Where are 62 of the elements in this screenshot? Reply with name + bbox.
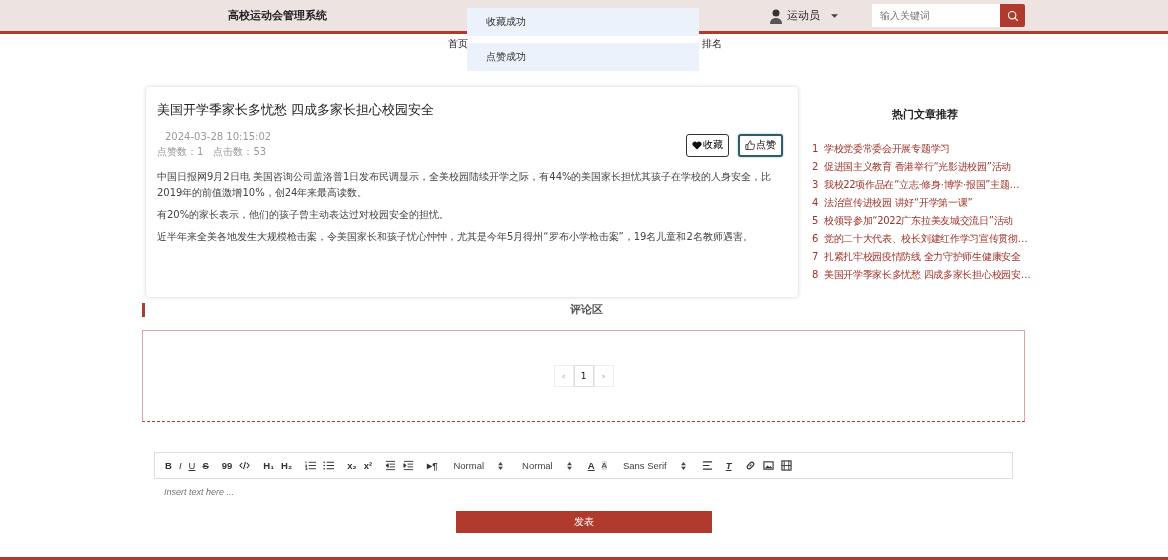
image-icon[interactable] [762, 460, 774, 471]
align-left-icon[interactable] [701, 460, 713, 471]
hot-article-link[interactable]: 2 促进国主义教育 香港举行“光影进校园”活动 [812, 158, 1038, 176]
favorite-button[interactable]: 收藏 [686, 133, 729, 157]
article-paragraph: 有20%的家长表示，他们的孩子曾主动表达过对校园安全的担忧。 [157, 208, 451, 222]
hot-article-link[interactable]: 1 学校党委常委会开展专题学习 [812, 140, 1038, 158]
publish-date: 2024-03-28 10:15:02 [164, 131, 272, 142]
thumbs-up-icon [745, 140, 755, 150]
toast-message: 点赞成功 [467, 43, 699, 71]
film-icon[interactable] [780, 460, 792, 471]
heart-icon [692, 140, 702, 150]
submit-button[interactable]: 发表 [456, 511, 712, 533]
format-dropdown[interactable]: Sans Serif [622, 460, 686, 471]
avatar-icon [768, 7, 784, 24]
hot-article-link[interactable]: 4 法治宣传进校园 讲好“开学第一课” [812, 194, 1038, 212]
text-color-button[interactable]: A [587, 460, 595, 471]
page-button[interactable]: 1 [573, 365, 594, 387]
link-icon[interactable] [744, 460, 756, 471]
script-button[interactable]: x² [363, 460, 373, 471]
user-menu[interactable]: 运动员 [768, 7, 838, 24]
ordered-list-icon[interactable] [305, 460, 317, 471]
indent-icon[interactable] [403, 460, 415, 471]
script-button[interactable]: x₂ [347, 460, 357, 471]
search-icon [1006, 9, 1019, 22]
heading-button[interactable]: H₁ [263, 460, 275, 471]
nav-link[interactable]: 首页 [448, 37, 468, 51]
bullet-list-icon[interactable] [323, 460, 335, 471]
search-button[interactable] [1000, 4, 1025, 27]
hot-article-link[interactable]: 6 党的二十大代表、校长刘建红作学习宣传贯彻… [812, 230, 1038, 248]
italic-button[interactable]: I [178, 460, 182, 471]
blockquote-button[interactable]: 99 [221, 460, 233, 471]
site-title: 高校运动会管理系统 [228, 8, 327, 23]
hot-article-link[interactable]: 5 校领导参加“2022广东拉美友城交流日”活动 [812, 212, 1038, 230]
article-paragraph: 中国日报网9月2日电 美国咨询公司盖洛普1日发布民调显示，全美校园陆续开学之际，有44%的美国家长担忧其孩子在学校的人身安全，比2019年的前值激增10%，创24年来最高读数。 [157, 170, 773, 200]
underline-button[interactable]: U [188, 460, 196, 471]
outdent-icon[interactable] [385, 460, 397, 471]
article-paragraph: 近半年来全美各地发生大规模枪击案，令美国家长和孩子忧心忡忡，尤其是今年5月得州“罗布小学枪击案”，19名儿童和2名教师遇害。 [157, 230, 754, 244]
background-color-button[interactable]: A [601, 461, 607, 470]
text-direction-button[interactable]: ▸¶ [427, 460, 438, 471]
article-title: 美国开学季家长多忧愁 四成多家长担心校园安全 [157, 101, 436, 119]
hot-articles-title: 热门文章推荐 [891, 107, 959, 122]
bold-button[interactable]: B [165, 460, 172, 471]
comment-section-title: 评论区 [142, 303, 1028, 317]
dropdown-arrows-icon [680, 461, 686, 470]
format-dropdown[interactable]: Normal [453, 460, 504, 471]
toast-message: 收藏成功 [467, 8, 699, 36]
hot-article-link[interactable]: 7 扎紧扎牢校园疫情防线 全力守护师生健康安全 [812, 248, 1038, 266]
dropdown-arrows-icon [498, 461, 504, 470]
nav-link[interactable]: 排名 [702, 37, 722, 51]
click-count: 点击数：53 [213, 145, 267, 159]
dropdown-arrows-icon [566, 461, 572, 470]
hot-article-link[interactable]: 3 我校22项作品在“立志·修身·博学·报国”主题… [812, 176, 1038, 194]
hot-article-link[interactable]: 8 美国开学季家长多忧愁 四成多家长担心校园安… [812, 266, 1038, 284]
like-count: 点赞数：1 [157, 145, 204, 159]
clear-format-button[interactable]: T [725, 460, 732, 471]
like-button[interactable]: 点赞 [738, 133, 783, 157]
format-dropdown[interactable]: Normal [522, 460, 572, 471]
search-field[interactable]: 输入关键词 [872, 4, 1000, 27]
code-icon[interactable] [239, 460, 251, 471]
caret-icon [831, 13, 838, 18]
heading-button[interactable]: H₂ [281, 460, 293, 471]
strikethrough-button[interactable]: S [202, 460, 209, 471]
